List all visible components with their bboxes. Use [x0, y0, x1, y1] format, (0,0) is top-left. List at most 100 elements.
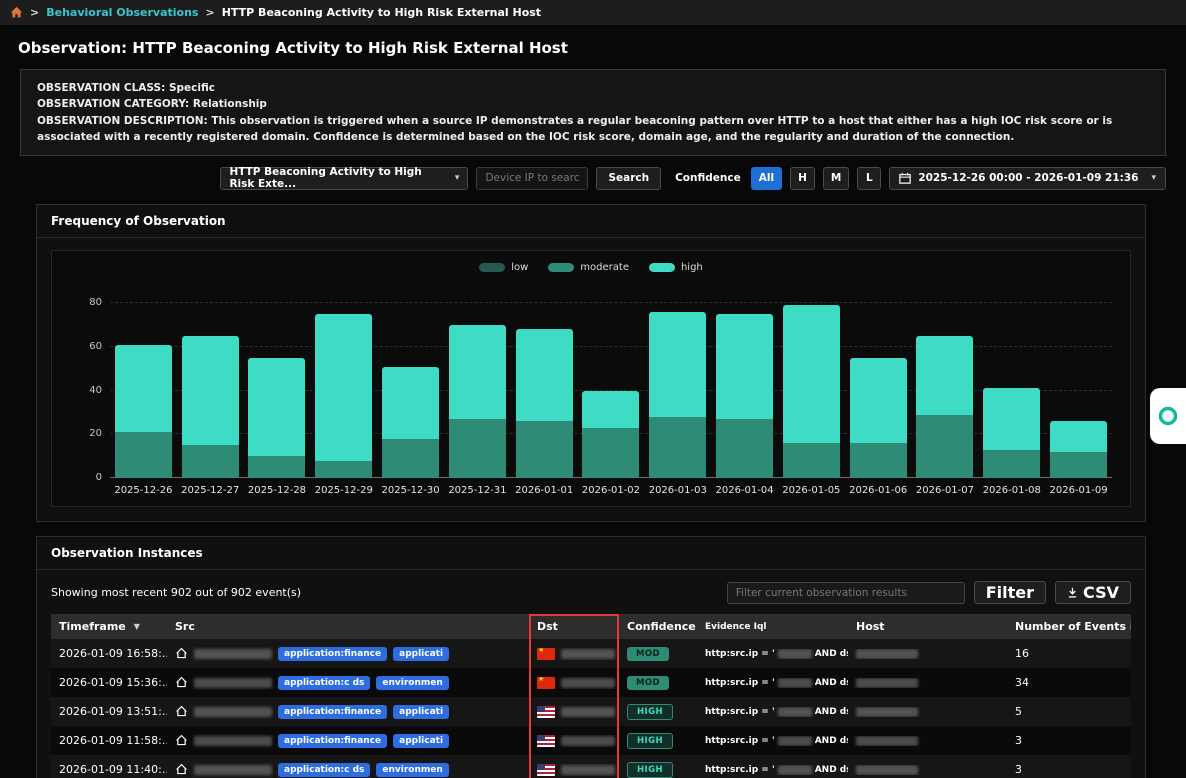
filter-toolbar: HTTP Beaconing Activity to High Risk Ext… — [20, 166, 1166, 190]
dst-cell — [529, 764, 619, 776]
bar-column[interactable] — [511, 303, 578, 478]
bar-column[interactable] — [1045, 303, 1112, 478]
redacted-src-name — [194, 678, 272, 688]
bar-segment-moderate — [182, 445, 239, 478]
table-row[interactable]: 2026-01-09 13:51:... application:finance… — [51, 697, 1131, 726]
bar-column[interactable] — [778, 303, 845, 478]
observation-select[interactable]: HTTP Beaconing Activity to High Risk Ext… — [220, 167, 468, 190]
bar-column[interactable] — [110, 303, 177, 478]
bar-column[interactable] — [244, 303, 311, 478]
chart-legend: lowmoderatehigh — [52, 259, 1130, 275]
frequency-panel: Frequency of Observation lowmoderatehigh… — [36, 204, 1146, 522]
evidence-prefix: http:src.ip = ' — [705, 736, 775, 746]
src-tag-badge[interactable]: environmen — [376, 676, 448, 690]
redacted-host — [856, 678, 918, 688]
bar-segment-high — [1050, 421, 1107, 452]
timeframe-cell: 2026-01-09 15:36:... — [51, 676, 167, 689]
table-body: 2026-01-09 16:58:... application:finance… — [51, 639, 1131, 778]
confidence-low-button[interactable]: L — [857, 167, 881, 190]
date-range-picker[interactable]: 2025-12-26 00:00 - 2026-01-09 21:36 ▾ — [889, 167, 1166, 190]
col-header-host[interactable]: Host — [848, 620, 1007, 633]
observation-details-panel: OBSERVATION CLASS: Specific OBSERVATION … — [20, 69, 1166, 156]
device-ip-input[interactable] — [476, 167, 588, 190]
redacted-dst-name — [561, 678, 615, 688]
col-header-timeframe[interactable]: Timeframe ▼ — [51, 620, 167, 633]
x-axis-label: 2026-01-03 — [644, 485, 711, 496]
bar-segment-high — [649, 312, 706, 417]
src-tag-badge[interactable]: applicati — [393, 647, 449, 661]
redacted-host — [856, 736, 918, 746]
evidence-cell: http:src.ip = ' AND dst.ip = '34.41... — [697, 765, 848, 775]
table-row[interactable]: 2026-01-09 11:40:... application:c ds en… — [51, 755, 1131, 778]
src-tag-badge[interactable]: environmen — [376, 763, 448, 777]
x-axis-label: 2025-12-27 — [177, 485, 244, 496]
bar-segment-high — [716, 314, 773, 419]
table-row[interactable]: 2026-01-09 15:36:... application:c ds en… — [51, 668, 1131, 697]
bar-column[interactable] — [845, 303, 912, 478]
src-tag-badge[interactable]: applicati — [393, 734, 449, 748]
src-tag-badge[interactable]: application:c ds — [278, 676, 370, 690]
bar-column[interactable] — [377, 303, 444, 478]
confidence-cell: HIGH — [619, 704, 697, 720]
legend-swatch — [649, 263, 675, 272]
events-count-cell: 5 — [1007, 705, 1131, 718]
col-header-dst[interactable]: Dst — [529, 620, 619, 633]
confidence-all-button[interactable]: All — [751, 167, 782, 190]
bar-column[interactable] — [578, 303, 645, 478]
bar-column[interactable] — [711, 303, 778, 478]
confidence-high-button[interactable]: H — [790, 167, 815, 190]
bar-column[interactable] — [310, 303, 377, 478]
host-cell — [848, 707, 1007, 717]
device-icon — [175, 734, 188, 747]
bar-segment-moderate — [315, 461, 372, 479]
src-tag-badge[interactable]: application:finance — [278, 734, 387, 748]
table-row[interactable]: 2026-01-09 16:58:... application:finance… — [51, 639, 1131, 668]
legend-item: moderate — [548, 262, 629, 273]
bar-segment-high — [182, 336, 239, 445]
col-header-evidence[interactable]: Evidence Iql — [697, 622, 848, 632]
frequency-chart: lowmoderatehigh 020406080 2025-12-262025… — [51, 250, 1131, 507]
bar-column[interactable] — [177, 303, 244, 478]
evidence-prefix: http:src.ip = ' — [705, 678, 775, 688]
instances-panel: Observation Instances Showing most recen… — [36, 536, 1146, 778]
src-tag-badge[interactable]: application:finance — [278, 647, 387, 661]
bar-column[interactable] — [912, 303, 979, 478]
col-header-confidence[interactable]: Confidence — [619, 620, 697, 633]
help-widget-tab[interactable] — [1150, 388, 1186, 444]
breadcrumb-link-behavioral-observations[interactable]: Behavioral Observations — [46, 6, 198, 19]
redacted-host — [856, 707, 918, 717]
y-axis-tick: 20 — [64, 428, 102, 439]
src-tag-badge[interactable]: application:finance — [278, 705, 387, 719]
evidence-cell: http:src.ip = ' AND dst.ip = '223.5... — [697, 649, 848, 659]
redacted-dst-name — [561, 707, 615, 717]
filter-button[interactable]: Filter — [974, 581, 1046, 604]
src-tag-badge[interactable]: application:c ds — [278, 763, 370, 777]
confidence-badge: HIGH — [627, 733, 673, 749]
home-icon[interactable] — [10, 6, 23, 19]
search-button[interactable]: Search — [596, 167, 661, 190]
legend-label: moderate — [580, 262, 629, 273]
src-tag-badge[interactable]: applicati — [393, 705, 449, 719]
events-count-cell: 34 — [1007, 676, 1131, 689]
bar-column[interactable] — [444, 303, 511, 478]
legend-item: low — [479, 262, 528, 273]
bar-column[interactable] — [644, 303, 711, 478]
bar-segment-moderate — [850, 443, 907, 478]
device-icon — [175, 647, 188, 660]
evidence-cell: http:src.ip = ' AND dst.ip = '223.5... — [697, 678, 848, 688]
table-row[interactable]: 2026-01-09 11:58:... application:finance… — [51, 726, 1131, 755]
x-axis-label: 2026-01-01 — [511, 485, 578, 496]
results-filter-input[interactable] — [727, 582, 965, 604]
device-icon — [175, 676, 188, 689]
timeframe-cell: 2026-01-09 11:40:... — [51, 763, 167, 776]
redacted-src-ip — [778, 765, 812, 775]
sort-caret-icon[interactable]: ▼ — [134, 622, 140, 631]
csv-export-button[interactable]: CSV — [1055, 581, 1131, 604]
confidence-medium-button[interactable]: M — [823, 167, 849, 190]
x-axis-label: 2025-12-29 — [310, 485, 377, 496]
breadcrumb-current: HTTP Beaconing Activity to High Risk Ext… — [222, 6, 541, 19]
host-cell — [848, 765, 1007, 775]
col-header-src[interactable]: Src — [167, 620, 529, 633]
col-header-events[interactable]: Number of Events in Past — [1007, 620, 1131, 633]
bar-column[interactable] — [978, 303, 1045, 478]
